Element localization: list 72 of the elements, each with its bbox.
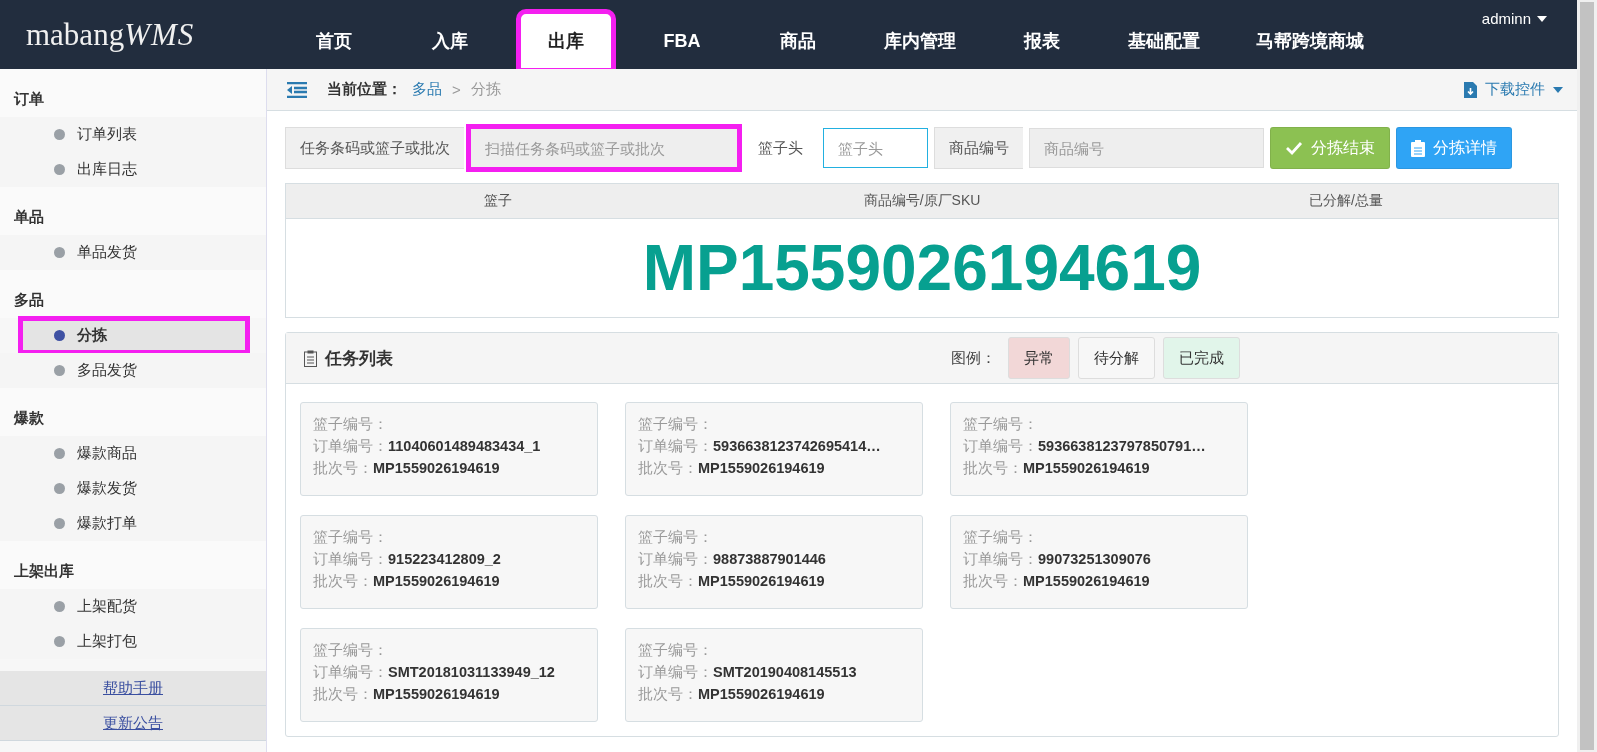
order-line: 订单编号：99073251309076 <box>963 550 1152 569</box>
field-label: 商品编号 <box>934 127 1023 169</box>
basket-line: 篮子编号： <box>638 415 714 434</box>
basket-line: 篮子编号： <box>638 528 714 547</box>
sidebar-link[interactable]: 更新公告 <box>0 706 266 741</box>
nav-tab[interactable]: 基础配置 <box>1112 13 1216 69</box>
nav-tab[interactable]: 马帮跨境商城 <box>1240 13 1380 69</box>
panel-title: 任务列表 <box>325 347 393 370</box>
nav-tab[interactable]: 商品 <box>752 13 844 69</box>
basket-line: 篮子编号： <box>313 641 389 660</box>
caret-icon <box>1537 15 1547 22</box>
order-line: 订单编号：5936638123742695414… <box>638 437 882 456</box>
bullet-icon <box>54 247 65 258</box>
bullet-icon <box>54 636 65 647</box>
batch-line: 批次号：MP1559026194619 <box>963 572 1151 591</box>
batch-line: 批次号：MP1559026194619 <box>638 572 826 591</box>
batch-line: 批次号：MP1559026194619 <box>963 459 1151 478</box>
column-header: 已分解/总量 <box>1308 192 1384 210</box>
file-download-icon <box>1464 81 1477 98</box>
nav-tab[interactable]: 报表 <box>996 13 1088 69</box>
order-line: 订单编号：915223412809_2 <box>313 550 502 569</box>
basket-line: 篮子编号： <box>313 528 389 547</box>
legend-label: 图例： <box>951 348 996 368</box>
breadcrumb-label: 当前位置： <box>327 80 402 99</box>
sidebar-item[interactable]: 分拣 <box>20 318 248 353</box>
batch-line: 批次号：MP1559026194619 <box>313 572 501 591</box>
column-header: 商品编号/原厂SKU <box>862 192 982 210</box>
bullet-icon <box>54 129 65 140</box>
batch-line: 批次号：MP1559026194619 <box>638 685 826 704</box>
check-icon <box>1285 141 1303 155</box>
breadcrumb-separator: > <box>452 81 461 98</box>
basket-line: 篮子编号： <box>638 641 714 660</box>
order-line: 订单编号：SMT20190408145513 <box>638 663 858 682</box>
bullet-icon <box>54 601 65 612</box>
bullet-icon <box>54 483 65 494</box>
bullet-icon <box>54 518 65 529</box>
batch-number: MP1559026194619 <box>641 231 1203 306</box>
legend-chip: 异常 <box>1008 337 1070 379</box>
legend-chip: 已完成 <box>1163 337 1240 379</box>
basket-line: 篮子编号： <box>963 528 1039 547</box>
batch-line: 批次号：MP1559026194619 <box>313 459 501 478</box>
field-label: 任务条码或篮子或批次 <box>285 127 464 169</box>
order-line: 订单编号：98873887901446 <box>638 550 827 569</box>
field-label: 篮子头 <box>757 137 804 158</box>
clipboard-icon <box>1411 139 1425 157</box>
bullet-icon <box>54 164 65 175</box>
basket-line: 篮子编号： <box>963 415 1039 434</box>
nav-tab[interactable]: FBA <box>636 13 728 69</box>
bullet-icon <box>54 365 65 376</box>
column-header: 篮子 <box>483 192 513 210</box>
order-line: 订单编号：5936638123797850791… <box>963 437 1207 456</box>
order-line: 订单编号：SMT20181031133949_12 <box>313 663 556 682</box>
nav-tab[interactable]: 库内管理 <box>868 13 972 69</box>
user-menu[interactable]: adminn <box>1481 10 1547 27</box>
nav-tab[interactable]: 首页 <box>288 13 380 69</box>
menu-collapse-icon <box>287 81 307 98</box>
nav-tab[interactable]: 入库 <box>404 13 496 69</box>
clipboard-icon <box>304 349 317 367</box>
download-menu[interactable]: 下载控件 <box>1464 80 1563 99</box>
legend-chip: 待分解 <box>1078 337 1155 379</box>
input-field[interactable]: 篮子头 <box>823 128 928 168</box>
bullet-icon <box>54 448 65 459</box>
basket-line: 篮子编号： <box>313 415 389 434</box>
order-line: 订单编号：11040601489483434_1 <box>313 437 542 456</box>
caret-icon <box>1553 86 1563 93</box>
breadcrumb-link[interactable]: 多品 <box>412 80 442 99</box>
logo: mabangWMS <box>25 16 196 53</box>
sidebar-link[interactable]: 帮助手册 <box>0 671 266 706</box>
bullet-icon <box>54 330 65 341</box>
breadcrumb-current: 分拣 <box>470 80 501 99</box>
batch-line: 批次号：MP1559026194619 <box>638 459 826 478</box>
batch-line: 批次号：MP1559026194619 <box>313 685 501 704</box>
